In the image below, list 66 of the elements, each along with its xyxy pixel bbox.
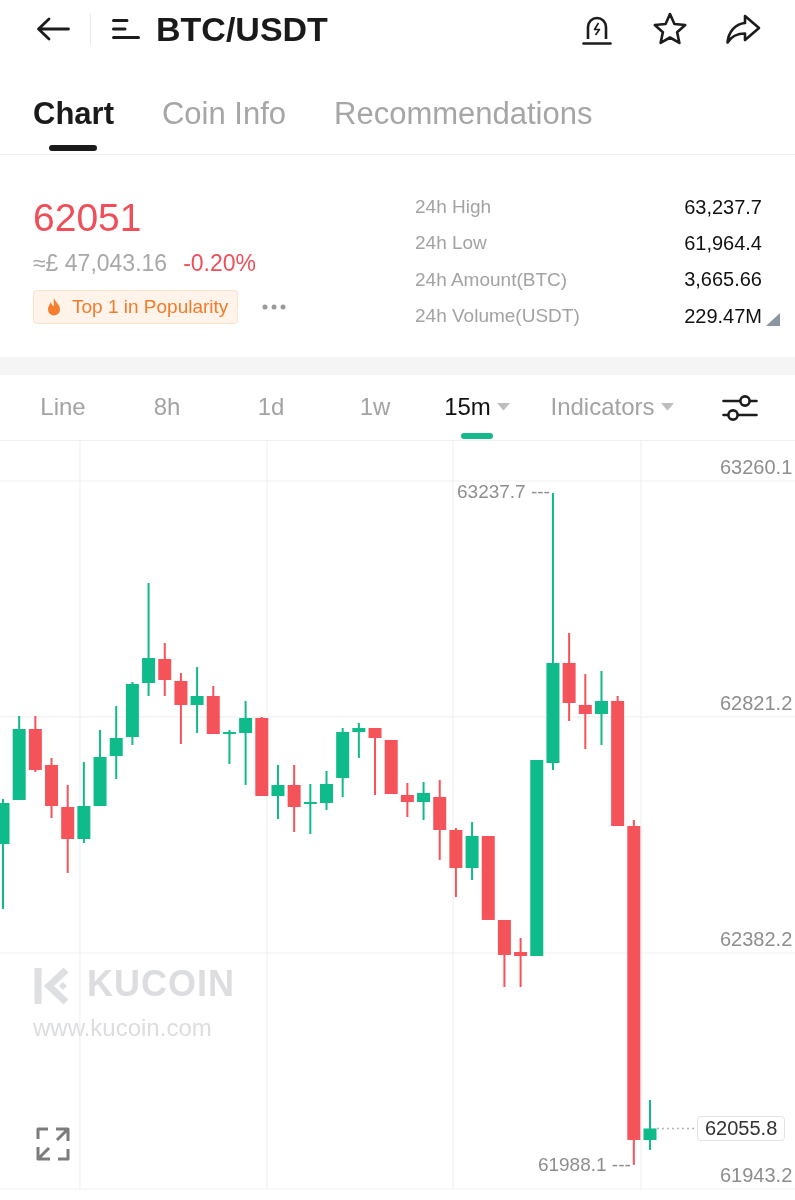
last-price-tag: 62055.8 (697, 1115, 786, 1141)
candlestick (417, 782, 431, 820)
high-price-marker: 63237.7 --- (457, 481, 550, 504)
tab[interactable]: Recommendations (334, 96, 593, 151)
interval-tab[interactable]: 8h (151, 375, 183, 439)
stat-label: 24h High (415, 196, 493, 219)
candlestick (320, 771, 333, 810)
price-axis-label: 62821.2 (720, 690, 793, 715)
expand-icon (36, 1127, 70, 1161)
interval-tab[interactable]: Line (40, 375, 86, 439)
candlestick (125, 682, 139, 745)
favorite-button[interactable] (652, 12, 688, 46)
price-axis-label: 63260.1 (720, 455, 793, 479)
stat-value: 61,964.4 (684, 231, 762, 255)
back-button[interactable] (36, 17, 70, 41)
candlestick (28, 716, 42, 772)
more-button[interactable] (262, 304, 287, 310)
fullscreen-button[interactable] (36, 1127, 70, 1161)
stat-label: 24h Low (415, 232, 488, 255)
price-axis-label: 61943.2 (720, 1163, 793, 1187)
pair-selector-button[interactable]: BTC/USDT (112, 9, 328, 49)
candlestick (514, 938, 528, 987)
interval-tab[interactable]: 1d (255, 375, 287, 439)
candlestick (206, 686, 220, 734)
candlestick (158, 643, 172, 696)
candlestick (465, 822, 479, 880)
last-price: 62051 (33, 195, 143, 241)
stat-label: 24h Volume(USDT) (415, 305, 581, 328)
star-icon (652, 12, 688, 46)
stat-label: 24h Amount(BTC) (415, 268, 569, 291)
candlestick (368, 728, 382, 795)
candlestick (190, 667, 204, 733)
candlestick (45, 758, 59, 818)
stat-value: 3,665.66 (684, 268, 762, 292)
price-change: -0.20% (183, 249, 256, 277)
candlestick (497, 919, 511, 987)
sliders-icon (722, 394, 758, 422)
interval-tab[interactable]: Indicators (550, 375, 674, 439)
menu-icon (112, 18, 140, 40)
back-arrow-icon (36, 17, 70, 41)
stat-value: 229.47M (684, 304, 762, 328)
interval-tab[interactable]: 15m (444, 375, 510, 439)
candlestick (287, 764, 301, 832)
popularity-badge[interactable]: Top 1 in Popularity (33, 290, 239, 324)
stat-value: 63,237.7 (684, 195, 762, 219)
tab[interactable]: Chart (33, 96, 114, 151)
candlestick (384, 740, 398, 794)
candlestick (303, 784, 317, 834)
candlestick (352, 723, 366, 758)
candlestick (271, 764, 285, 819)
price-axis-label: 62382.2 (720, 926, 793, 951)
candlestick (336, 728, 350, 797)
chart-settings-button[interactable] (722, 394, 758, 422)
share-icon (725, 13, 761, 45)
low-price-marker: 61988.1 --- (537, 1153, 631, 1176)
candlestick (222, 730, 236, 764)
interval-tab[interactable]: 1w (359, 375, 391, 439)
candlestick (449, 828, 463, 897)
tab[interactable]: Coin Info (161, 96, 287, 151)
flame-icon (46, 297, 62, 317)
share-button[interactable] (725, 13, 761, 45)
candlestick (643, 1099, 657, 1150)
more-icon (262, 304, 287, 310)
candlestick (174, 673, 188, 744)
fiat-price: ≈£ 47,043.16 (33, 249, 168, 277)
candlestick (400, 783, 414, 817)
